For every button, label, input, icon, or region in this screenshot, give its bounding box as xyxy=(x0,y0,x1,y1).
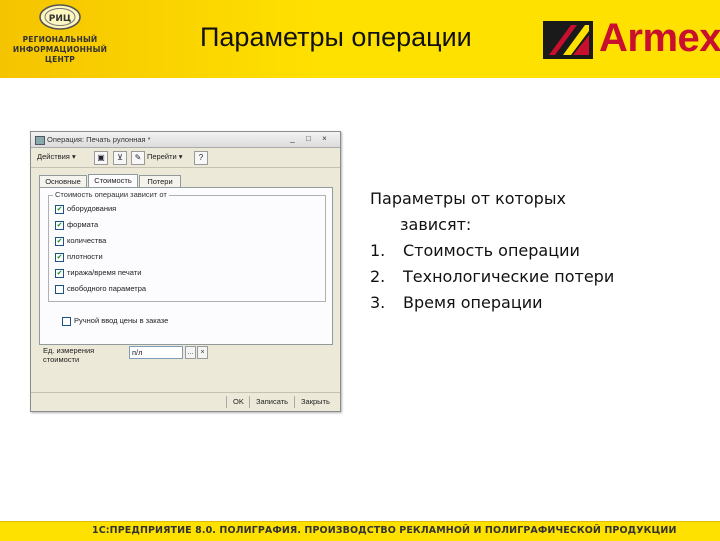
checkbox-checked-icon[interactable]: ✔ xyxy=(55,253,64,262)
help-icon[interactable]: ? xyxy=(194,151,208,165)
list-item: 3. Время операции xyxy=(370,293,543,312)
slide-header: РИЦ РЕГИОНАЛЬНЫЙ ИНФОРМАЦИОННЫЙ ЦЕНТР Па… xyxy=(0,0,720,78)
parameters-list: 1. Стоимость операции 2. Технологические… xyxy=(370,238,710,316)
armex-mark-icon xyxy=(543,21,593,59)
goto-menu[interactable]: Перейти ▾ xyxy=(147,152,183,161)
application-window-screenshot: Операция: Печать рулонная * _ □ × Действ… xyxy=(30,131,341,412)
list-item: 1. Стоимость операции xyxy=(370,241,580,260)
edit-icon[interactable]: ✎ xyxy=(131,151,145,165)
separator xyxy=(294,396,295,408)
unit-of-cost-field[interactable]: п/л xyxy=(129,346,183,359)
save-record-button[interactable]: Записать xyxy=(256,397,288,406)
window-bottom-bar: OK Записать Закрыть xyxy=(31,392,340,411)
armex-wordmark: Armex xyxy=(599,16,720,60)
checkbox-checked-icon[interactable]: ✔ xyxy=(55,269,64,278)
clear-icon[interactable]: × xyxy=(197,346,208,359)
minimize-button[interactable]: _ xyxy=(287,134,298,144)
actions-menu[interactable]: Действия ▾ xyxy=(37,152,76,161)
footer-text: 1С:ПРЕДПРИЯТИЕ 8.0. ПОЛИГРАФИЯ. ПРОИЗВОД… xyxy=(92,525,677,536)
maximize-button[interactable]: □ xyxy=(303,134,314,144)
checkbox-unchecked-icon[interactable] xyxy=(62,317,71,326)
ok-button[interactable]: OK xyxy=(233,397,244,406)
close-button[interactable]: × xyxy=(319,134,330,144)
ric-emblem-icon: РИЦ xyxy=(39,4,81,30)
checkbox-unchecked-icon[interactable] xyxy=(55,285,64,294)
cost-depends-group: Стоимость операции зависит от ✔ оборудов… xyxy=(48,190,326,302)
window-title: Операция: Печать рулонная * xyxy=(47,135,151,144)
list-item: 2. Технологические потери xyxy=(370,267,615,286)
page-title: Параметры операции xyxy=(200,22,472,52)
checkbox-checked-icon[interactable]: ✔ xyxy=(55,237,64,246)
separator xyxy=(249,396,250,408)
armex-logo: Armex xyxy=(543,16,720,62)
group-title: Стоимость операции зависит от xyxy=(53,190,169,199)
checkbox-checked-icon[interactable]: ✔ xyxy=(55,205,64,214)
unit-of-cost-label: Ед. измерения стоимости xyxy=(43,346,95,364)
info-heading: Параметры от которых зависят: xyxy=(370,189,566,234)
svg-text:РИЦ: РИЦ xyxy=(49,14,71,24)
window-toolbar: Действия ▾ ▣ ⊻ ✎ Перейти ▾ ? xyxy=(31,148,340,168)
ric-logo: РИЦ РЕГИОНАЛЬНЫЙ ИНФОРМАЦИОННЫЙ ЦЕНТР xyxy=(8,4,112,72)
select-ellipsis-icon[interactable]: … xyxy=(185,346,196,359)
slide-footer: 1С:ПРЕДПРИЯТИЕ 8.0. ПОЛИГРАФИЯ. ПРОИЗВОД… xyxy=(0,521,720,541)
parameters-info-block: Параметры от которых зависят: 1. Стоимос… xyxy=(370,186,710,316)
separator xyxy=(226,396,227,408)
tab-cost[interactable]: Стоимость xyxy=(88,174,138,188)
checkbox-checked-icon[interactable]: ✔ xyxy=(55,221,64,230)
cost-tab-panel: Стоимость операции зависит от ✔ оборудов… xyxy=(39,187,333,345)
window-app-icon xyxy=(35,136,45,145)
save-icon[interactable]: ▣ xyxy=(94,151,108,165)
ric-logo-text: РЕГИОНАЛЬНЫЙ ИНФОРМАЦИОННЫЙ ЦЕНТР xyxy=(12,35,108,64)
close-window-button[interactable]: Закрыть xyxy=(301,397,330,406)
window-titlebar: Операция: Печать рулонная * _ □ × xyxy=(31,132,340,148)
filter-icon[interactable]: ⊻ xyxy=(113,151,127,165)
